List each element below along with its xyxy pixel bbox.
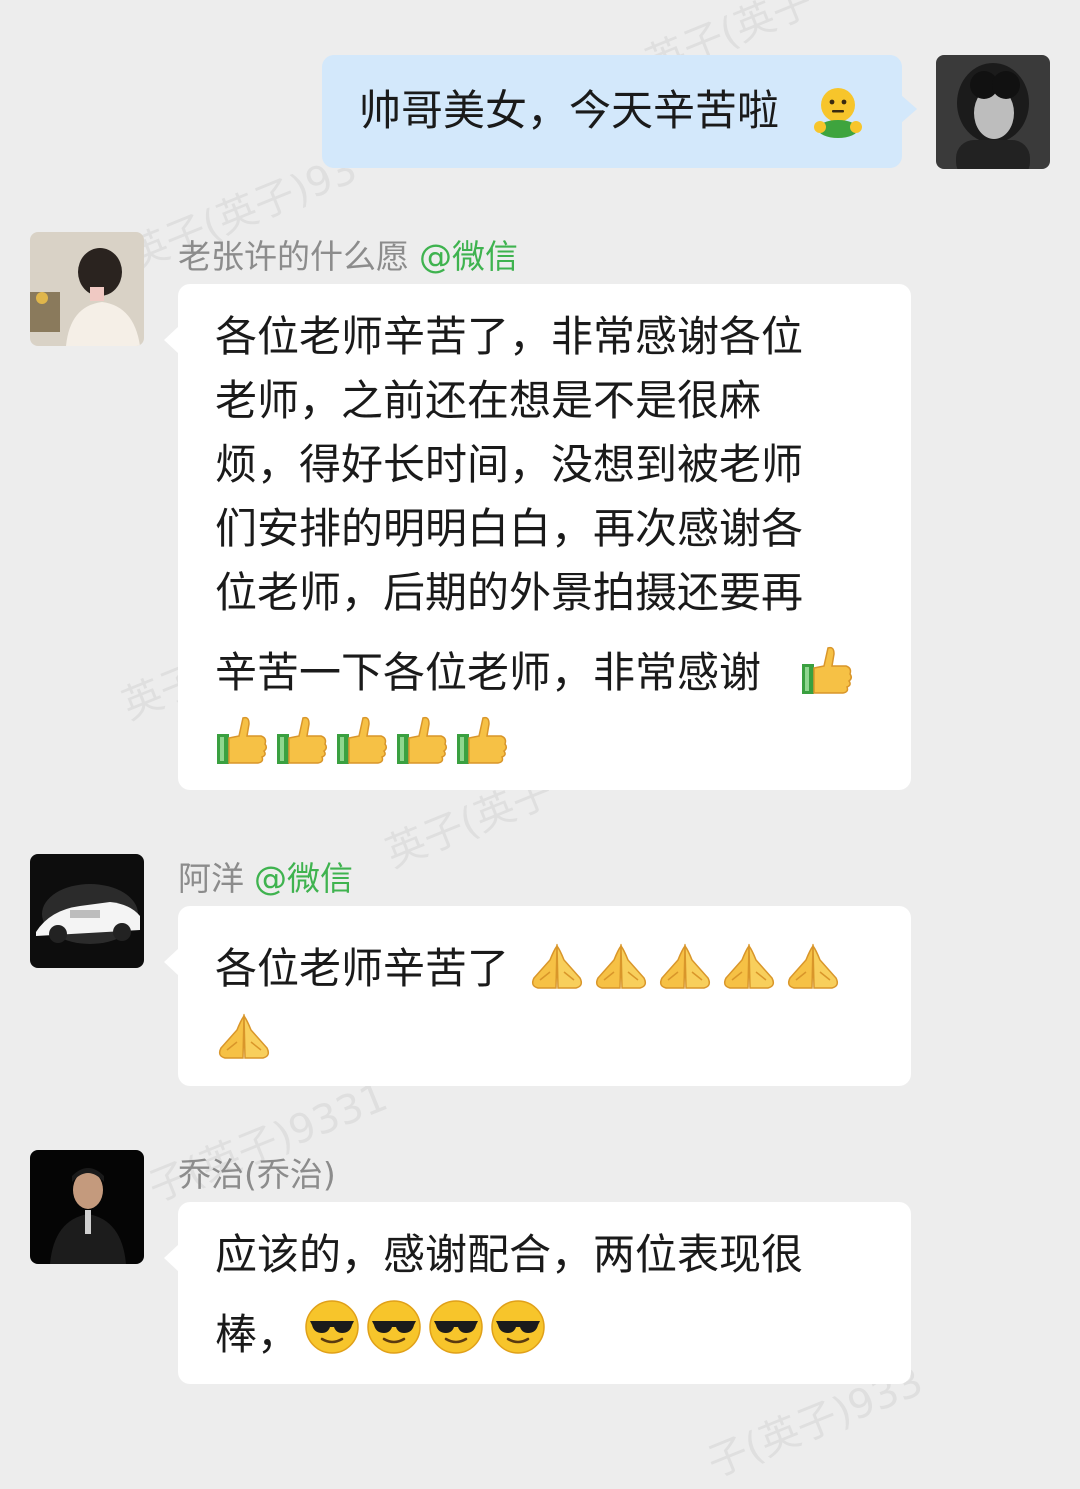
message-text: 各位老师辛苦了 [215,944,510,993]
emoji-row [215,1012,273,1072]
thumbs-up-emoji [455,714,509,776]
avatar-sender[interactable] [30,232,144,346]
pray-emoji [592,942,650,1002]
message-bubble-self[interactable]: 帅哥美女，今天辛苦啦 [322,55,917,168]
thumbs-up-emoji [215,714,269,776]
pray-emoji [656,942,714,1002]
message-text-line: 应该的，感谢配合，两位表现很 [215,1230,804,1279]
smiley-hug-emoji [812,85,864,139]
message-text-line: 棒， [215,1310,300,1359]
avatar-self[interactable] [936,55,1050,169]
message-text-line: 各位老师辛苦了，非常感谢各位 [215,312,804,361]
sender-name: 阿洋 [178,859,244,898]
pray-emoji [784,942,842,1002]
thumbs-up-emoji [800,644,854,706]
avatar-sender-image [30,1150,144,1264]
message-text: 帅哥美女，今天辛苦啦 [359,86,780,135]
avatar-sender-image [30,854,144,968]
sender-tag: @微信 [419,237,518,276]
sender-name: 乔治(乔治) [178,1155,336,1194]
sender-name-row: 阿洋 @微信 [178,852,353,900]
sunglasses-emoji [490,1299,546,1365]
emoji-row [528,942,842,1002]
sender-name: 老张许的什么愿 [178,237,409,276]
message-bubble[interactable]: 应该的，感谢配合，两位表现很 棒， [164,1202,911,1384]
thumbs-up-emoji [335,714,389,776]
emoji-row [215,714,509,776]
avatar-sender-image [30,232,144,346]
pray-emoji [215,1012,273,1072]
sender-tag: @微信 [254,859,353,898]
message-text-line: 位老师，后期的外景拍摄还要再 [215,568,804,617]
message-text-line: 们安排的明明白白，再次感谢各 [215,504,804,553]
message-text-line: 辛苦一下各位老师，非常感谢 [215,648,762,697]
emoji-row [304,1299,546,1365]
sunglasses-emoji [366,1299,422,1365]
thumbs-up-emoji [395,714,449,776]
message-bubble[interactable]: 各位老师辛苦了 [164,906,911,1086]
thumbs-up-emoji [275,714,329,776]
sender-name-row: 老张许的什么愿 @微信 [178,230,518,278]
sender-name-row: 乔治(乔治) [178,1148,336,1196]
pray-emoji [528,942,586,1002]
message-text-line: 烦，得好长时间，没想到被老师 [215,440,804,489]
avatar-self-image [936,55,1050,169]
sunglasses-emoji [428,1299,484,1365]
sunglasses-emoji [304,1299,360,1365]
pray-emoji [720,942,778,1002]
message-text-line: 老师，之前还在想是不是很麻 [215,376,762,425]
message-bubble[interactable]: 各位老师辛苦了，非常感谢各位 老师，之前还在想是不是很麻 烦，得好长时间，没想到… [164,284,911,790]
avatar-sender[interactable] [30,854,144,968]
avatar-sender[interactable] [30,1150,144,1264]
